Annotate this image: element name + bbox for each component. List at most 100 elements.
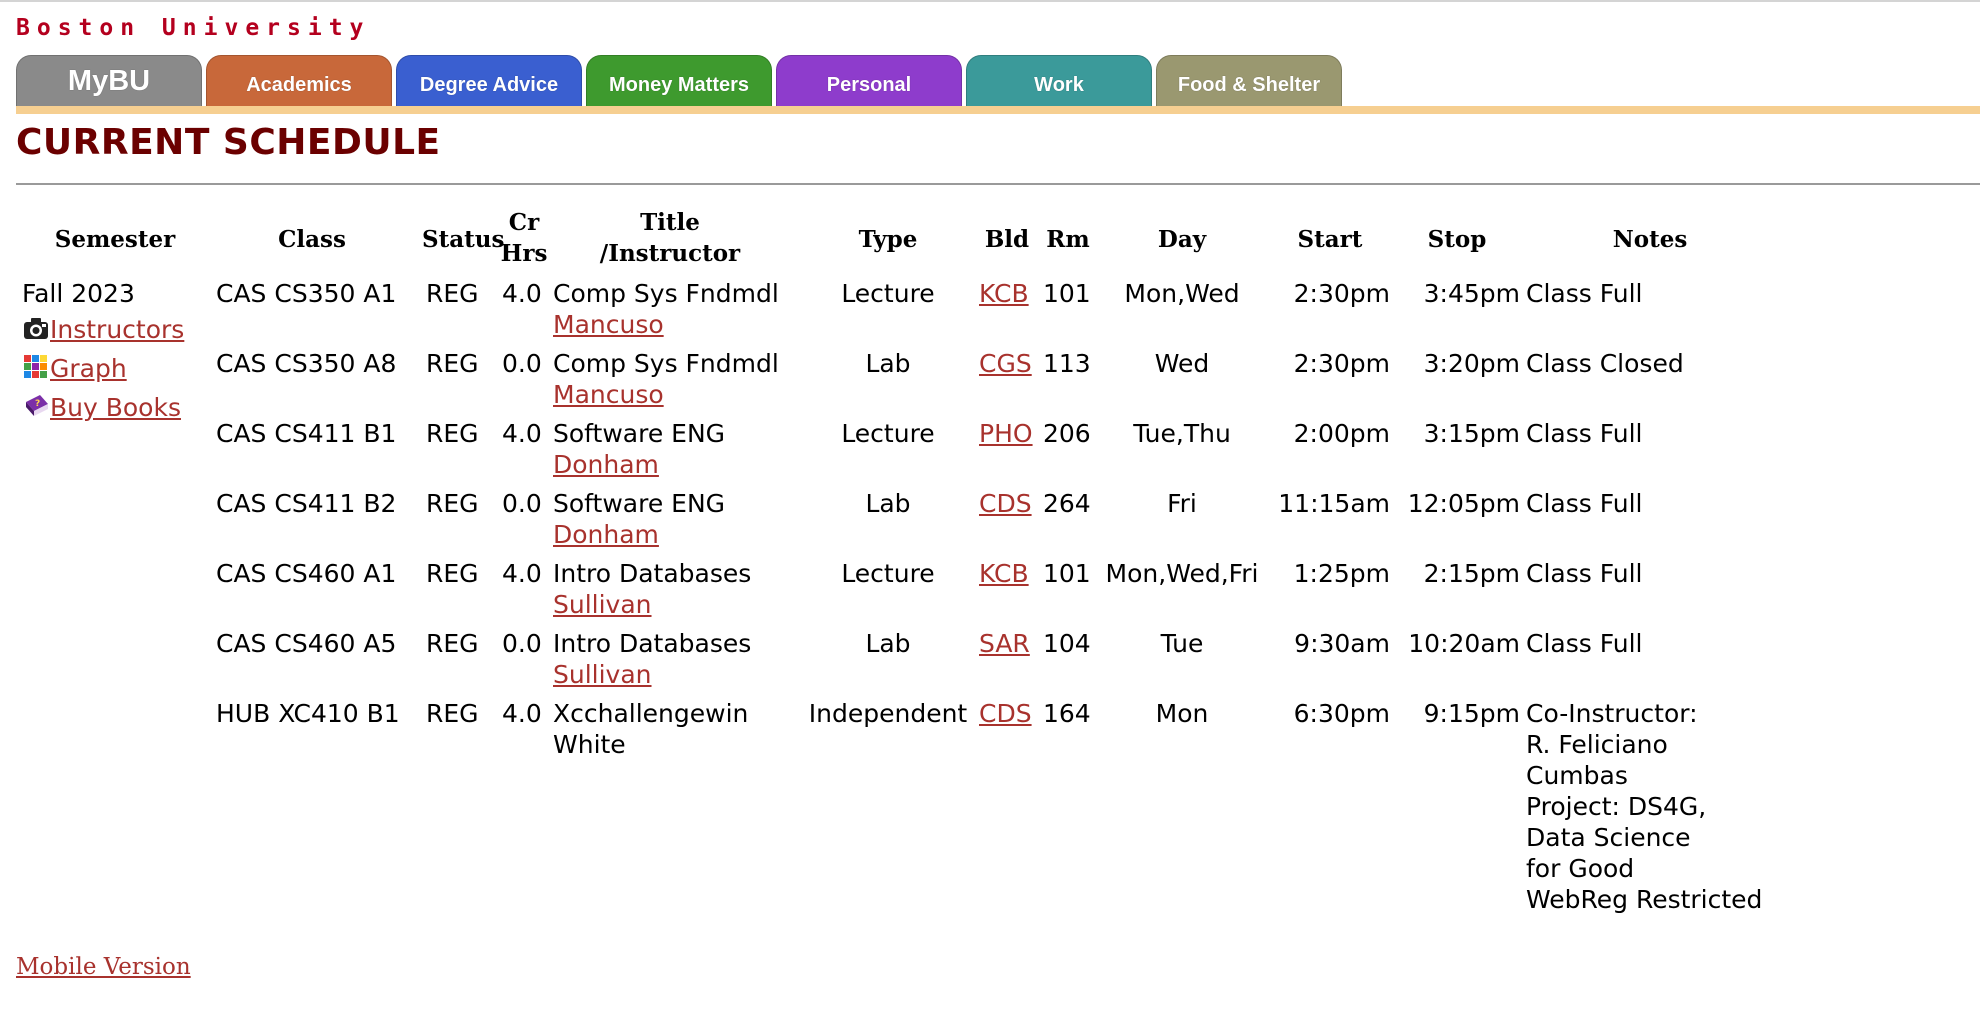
header-class: Class xyxy=(278,226,346,253)
cell-type: Lecture xyxy=(841,279,935,308)
cell-notes: Class Closed xyxy=(1526,349,1684,378)
cell-status: REG xyxy=(426,559,479,588)
cell-class: CAS CS350 A1 xyxy=(216,279,397,308)
book-icon: ? xyxy=(26,395,48,416)
cell-title: Comp Sys Fndmdl xyxy=(553,349,779,378)
cell-day: Fri xyxy=(1167,489,1197,518)
tab-academics[interactable]: Academics xyxy=(206,55,392,107)
cell-instructor[interactable]: Mancuso xyxy=(553,379,664,410)
cell-notes: Data Science xyxy=(1526,823,1691,852)
cell-rm: 206 xyxy=(1043,419,1091,448)
cell-cr: 0.0 xyxy=(502,629,542,658)
cell-day: Mon,Wed,Fri xyxy=(1105,559,1259,588)
cell-notes: WebReg Restricted xyxy=(1526,885,1763,914)
cell-status: REG xyxy=(426,279,479,308)
cell-bld[interactable]: CDS xyxy=(979,698,1039,729)
cell-start: 9:30am xyxy=(1294,629,1390,658)
header-semester: Semester xyxy=(54,226,176,253)
cell-instructor: White xyxy=(553,730,626,759)
instructors-link-wrap: Instructors xyxy=(22,314,184,345)
cell-instructor[interactable]: Sullivan xyxy=(553,659,652,690)
cell-cr: 0.0 xyxy=(502,489,542,518)
grid-icon xyxy=(24,355,47,378)
cell-status: REG xyxy=(426,699,479,728)
cell-cr: 4.0 xyxy=(502,279,542,308)
cell-stop: 3:15pm xyxy=(1423,419,1520,448)
cell-rm: 264 xyxy=(1043,489,1091,518)
cell-day: Wed xyxy=(1154,349,1210,378)
cell-stop: 9:15pm xyxy=(1423,699,1520,728)
cell-notes: Class Full xyxy=(1526,559,1643,588)
tab-money-matters[interactable]: Money Matters xyxy=(586,55,772,107)
cell-notes: Class Full xyxy=(1526,629,1643,658)
header-stop: Stop xyxy=(1427,226,1487,253)
cell-class: CAS CS411 B1 xyxy=(216,419,397,448)
cell-notes: Co-Instructor: xyxy=(1526,699,1698,728)
header-title: Title xyxy=(640,209,700,236)
tab-underline-bar xyxy=(16,106,1980,114)
graph-link-wrap: Graph xyxy=(22,353,127,384)
cell-class: CAS CS411 B2 xyxy=(216,489,397,518)
cell-type: Independent xyxy=(808,699,968,728)
cell-title: Xcchallengewin xyxy=(553,699,749,728)
tab-degree-advice[interactable]: Degree Advice xyxy=(396,55,582,107)
cell-day: Mon,Wed xyxy=(1124,279,1240,308)
cell-notes: Class Full xyxy=(1526,279,1643,308)
header-start: Start xyxy=(1297,226,1363,253)
cell-rm: 104 xyxy=(1043,629,1091,658)
cell-instructor[interactable]: Donham xyxy=(553,519,659,550)
brand-logo-text: Boston University xyxy=(16,15,371,41)
cell-cr: 4.0 xyxy=(502,559,542,588)
buy-books-link[interactable]: Buy Books xyxy=(50,393,181,422)
cell-class: CAS CS460 A1 xyxy=(216,559,397,588)
cell-status: REG xyxy=(426,629,479,658)
cell-instructor[interactable]: Donham xyxy=(553,449,659,480)
instructors-link[interactable]: Instructors xyxy=(50,315,184,344)
cell-bld[interactable]: CGS xyxy=(979,348,1039,379)
cell-type: Lecture xyxy=(841,419,935,448)
cell-class: CAS CS350 A8 xyxy=(216,349,397,378)
cell-bld[interactable]: KCB xyxy=(979,278,1039,309)
cell-rm: 101 xyxy=(1043,559,1091,588)
tab-mybu[interactable]: MyBU xyxy=(16,55,202,107)
cell-type: Lab xyxy=(865,489,911,518)
cell-notes: for Good xyxy=(1526,854,1635,883)
cell-cr: 4.0 xyxy=(502,419,542,448)
cell-start: 2:00pm xyxy=(1293,419,1390,448)
cell-notes: Project: DS4G, xyxy=(1526,792,1707,821)
cell-bld[interactable]: PHO xyxy=(979,418,1039,449)
header-cr: Cr xyxy=(508,209,540,236)
cell-day: Tue,Thu xyxy=(1133,419,1231,448)
header-notes: Notes xyxy=(1612,226,1688,253)
top-border xyxy=(0,0,1980,2)
cell-stop: 12:05pm xyxy=(1407,489,1520,518)
tab-personal[interactable]: Personal xyxy=(776,55,962,107)
cell-bld[interactable]: CDS xyxy=(979,488,1039,519)
cell-instructor[interactable]: Mancuso xyxy=(553,309,664,340)
tab-food-shelter[interactable]: Food & Shelter xyxy=(1156,55,1342,107)
header-type: Type xyxy=(858,226,918,253)
cell-notes: R. Feliciano xyxy=(1526,730,1668,759)
tab-work[interactable]: Work xyxy=(966,55,1152,107)
cell-notes: Class Full xyxy=(1526,419,1643,448)
mobile-version-link[interactable]: Mobile Version xyxy=(16,954,191,980)
graph-link[interactable]: Graph xyxy=(50,354,127,383)
svg-text:?: ? xyxy=(35,399,40,409)
cell-type: Lecture xyxy=(841,559,935,588)
cell-start: 1:25pm xyxy=(1293,559,1390,588)
cell-class: HUB XC410 B1 xyxy=(216,699,400,728)
cell-notes: Cumbas xyxy=(1526,761,1628,790)
buy-books-link-wrap: ? Buy Books xyxy=(22,392,181,423)
cell-bld[interactable]: KCB xyxy=(979,558,1039,589)
page-title: CURRENT SCHEDULE xyxy=(16,122,441,163)
cell-start: 2:30pm xyxy=(1293,349,1390,378)
cell-stop: 2:15pm xyxy=(1423,559,1520,588)
semester-label: Fall 2023 xyxy=(22,279,135,308)
cell-title: Intro Databases xyxy=(553,559,752,588)
cell-cr: 4.0 xyxy=(502,699,542,728)
header-instructor: /Instructor xyxy=(599,240,741,267)
cell-rm: 101 xyxy=(1043,279,1091,308)
cell-bld[interactable]: SAR xyxy=(979,628,1039,659)
cell-instructor[interactable]: Sullivan xyxy=(553,589,652,620)
cell-cr: 0.0 xyxy=(502,349,542,378)
